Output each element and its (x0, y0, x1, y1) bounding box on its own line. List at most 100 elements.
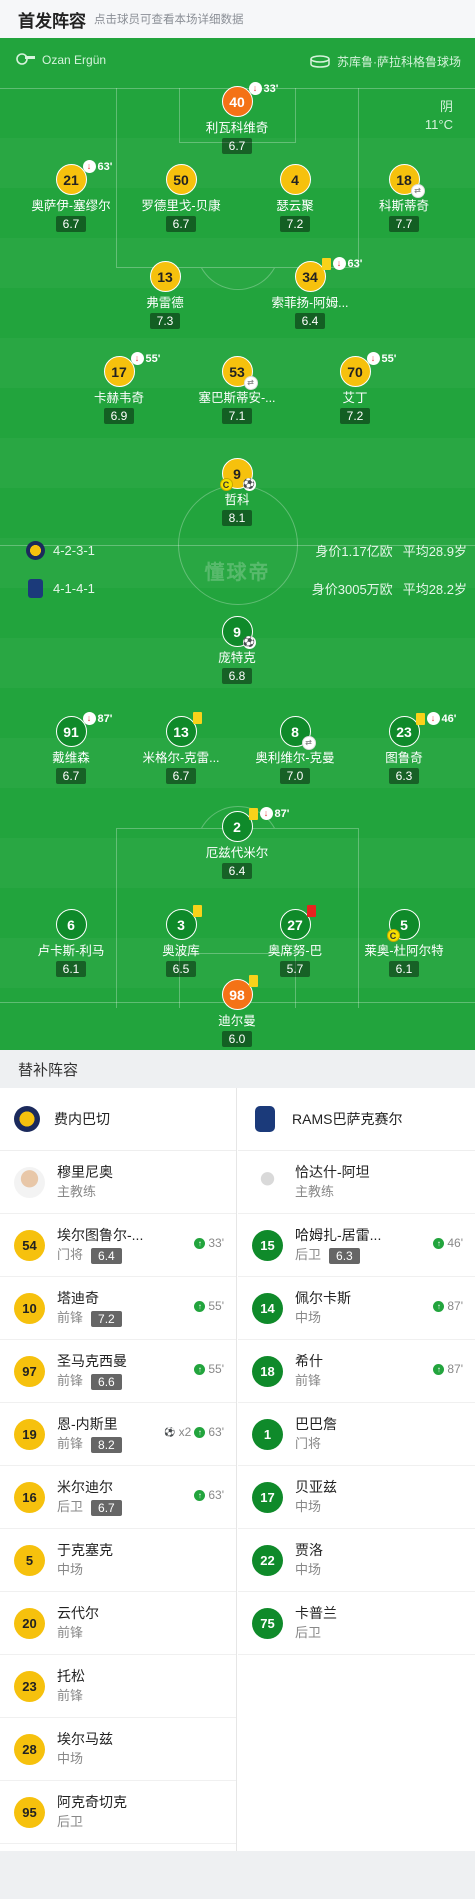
player-position: 中场 (57, 1751, 84, 1766)
player-position: 前锋 (57, 1688, 84, 1703)
home-player-centre-back-1[interactable]: 50 罗德里戈-贝康 6.7 (116, 164, 246, 233)
shirt-number: 15 (252, 1229, 283, 1261)
home-player-midfielder-2[interactable]: 34 ↓ 63' 索菲扬-阿姆... 6.4 (245, 257, 375, 330)
shirt-number: 19 (14, 1418, 45, 1450)
sub-out-icon: ↓ (366, 352, 380, 365)
sub-in-icon: ↑ (194, 1489, 206, 1501)
home-player-right-back[interactable]: 18 ⇄ 科斯蒂奇 7.7 (339, 164, 469, 233)
away-player-goalkeeper[interactable]: 98 迪尔曼 6.0 (172, 975, 302, 1048)
player-position: 中场 (295, 1499, 322, 1514)
home-team-header[interactable]: 费内巴切 (0, 1088, 236, 1151)
sub-out-icon: ↓ (82, 712, 96, 725)
home-player-goalkeeper[interactable]: 40 ↓ 33' 利瓦科维奇 6.7 (172, 82, 302, 155)
player-name: 埃尔图鲁尔-... (57, 1227, 144, 1243)
coach-avatar (14, 1166, 45, 1198)
swap-icon: ⇄ (301, 736, 316, 750)
home-coach-row[interactable]: 穆里尼奥 主教练 (0, 1151, 236, 1214)
basaksehir-logo-icon (28, 578, 43, 598)
yellow-card-icon (248, 975, 258, 987)
sub-player-row[interactable]: 17 贝亚兹 中场 (238, 1466, 475, 1529)
referee-name: Ozan Ergün (42, 53, 107, 67)
sub-in-icon: ↑ (194, 1300, 206, 1312)
away-subs-column: RAMS巴萨克赛尔 恰达什-阿坦 主教练 15 哈姆扎-居雷... 后卫 6.3 ↑ 46'… (238, 1088, 475, 1655)
home-subs-column: 费内巴切 穆里尼奥 主教练 54 埃尔图鲁尔-... 门将 6.4 ↑ 33' 10 塔迪奇 前锋… (0, 1088, 237, 1851)
player-position: 中场 (57, 1562, 84, 1577)
sub-in-time: ↑ 63' (194, 1488, 224, 1502)
away-team-header[interactable]: RAMS巴萨克赛尔 (238, 1088, 475, 1151)
sub-in-time: ⚽ x2 ↑ 63' (163, 1425, 224, 1439)
away-player-right-mid[interactable]: 23 ↓ 46' 图鲁奇 6.3 (339, 712, 469, 785)
sub-player-row[interactable]: 14 佩尔卡斯 中场 ↑ 87' (238, 1277, 475, 1340)
sub-player-row[interactable]: 54 埃尔图鲁尔-... 门将 6.4 ↑ 33' (0, 1214, 236, 1277)
player-position: 门将 (295, 1436, 322, 1451)
goal-icon: ⚽ (242, 478, 256, 491)
away-player-striker[interactable]: 9 ⚽ 庞特克 6.8 (172, 616, 302, 685)
shirt-number: 17 (252, 1481, 283, 1513)
player-name: 于克塞克 (57, 1542, 113, 1558)
swap-icon: ⇄ (410, 184, 425, 198)
lineup-header: 首发阵容 点击球员可查看本场详细数据 (0, 0, 475, 38)
player-position: 后卫 (295, 1625, 322, 1640)
player-name: 托松 (57, 1668, 85, 1684)
home-player-midfielder-1[interactable]: 13 弗雷德 7.3 (100, 261, 230, 330)
fenerbahce-logo-icon (26, 540, 45, 560)
home-player-attacking-mid-centre[interactable]: 53 ⇄ 塞巴斯蒂安-... 7.1 (172, 356, 302, 425)
sub-player-row[interactable]: 19 恩-内斯里 前锋 8.2 ⚽ x2 ↑ 63' (0, 1403, 236, 1466)
home-value: 身价1.17亿欧 (315, 543, 393, 559)
player-name: 贾洛 (295, 1542, 323, 1558)
sub-player-row[interactable]: 1 巴巴詹 门将 (238, 1403, 475, 1466)
player-name: 希什 (295, 1353, 323, 1369)
player-name: 圣马克西曼 (57, 1353, 127, 1369)
player-position: 后卫 (57, 1814, 84, 1829)
stadium-name: 苏库鲁·萨拉科格鲁球场 (337, 55, 461, 69)
sub-player-row[interactable]: 10 塔迪奇 前锋 7.2 ↑ 55' (0, 1277, 236, 1340)
sub-player-row[interactable]: 18 希什 前锋 ↑ 87' (238, 1340, 475, 1403)
home-player-striker[interactable]: 9 C ⚽ 哲科 8.1 (172, 458, 302, 527)
player-name: 埃尔马兹 (57, 1731, 113, 1747)
yellow-card-icon (321, 257, 331, 270)
player-name: 塔迪奇 (57, 1290, 99, 1306)
sub-player-row[interactable]: 97 圣马克西曼 前锋 6.6 ↑ 55' (0, 1340, 236, 1403)
shirt-number: 5 (14, 1544, 45, 1576)
sub-player-row[interactable]: 15 哈姆扎-居雷... 后卫 6.3 ↑ 46' (238, 1214, 475, 1277)
sub-player-row[interactable]: 95 阿克奇切克 后卫 (0, 1781, 236, 1844)
home-formation: 4-2-3-1 (53, 542, 95, 558)
player-name: 云代尔 (57, 1605, 99, 1621)
player-rating: 8.2 (91, 1436, 122, 1453)
sub-player-row[interactable]: 20 云代尔 前锋 (0, 1592, 236, 1655)
sub-in-time: ↑ 33' (194, 1236, 224, 1250)
shirt-number: 22 (252, 1544, 283, 1576)
away-coach-row[interactable]: 恰达什-阿坦 主教练 (238, 1151, 475, 1214)
sub-player-row[interactable]: 75 卡普兰 后卫 (238, 1592, 475, 1655)
shirt-number: 1 (252, 1418, 283, 1450)
sub-player-row[interactable]: 16 米尔迪尔 后卫 6.7 ↑ 63' (0, 1466, 236, 1529)
away-age: 平均28.2岁 (402, 581, 467, 597)
sub-in-time: ↑ 46' (433, 1236, 463, 1250)
player-name: 恩-内斯里 (57, 1416, 118, 1432)
away-player-centre-back-1[interactable]: 3 奥波库 6.5 (116, 905, 246, 978)
captain-icon: C (219, 478, 233, 491)
yellow-card-icon (415, 712, 425, 725)
home-player-attacking-mid-right[interactable]: 70 ↓ 55' 艾丁 7.2 (290, 352, 420, 425)
away-player-centre-mid-1[interactable]: 13 米格尔-克雷... 6.7 (116, 712, 246, 785)
goal-icon: ⚽ (163, 1426, 176, 1438)
away-player-right-back[interactable]: 5C 莱奥-杜阿尔特 6.1 (339, 909, 469, 978)
away-team-summary: 4-1-4-1 身价3005万欧 平均28.2岁 (26, 577, 467, 599)
sub-player-row[interactable]: 5 于克塞克中场 (0, 1529, 236, 1592)
away-formation: 4-1-4-1 (53, 580, 95, 596)
shirt-number: 16 (14, 1481, 45, 1513)
away-player-defensive-mid[interactable]: 2 ↓ 87' 厄兹代米尔 6.4 (172, 807, 302, 880)
red-card-icon (306, 905, 316, 917)
shirt-number: 97 (14, 1355, 45, 1387)
sub-player-row[interactable]: 22 贾洛 中场 (238, 1529, 475, 1592)
player-rating: 6.3 (329, 1247, 360, 1264)
sub-player-row[interactable]: 28 埃尔马兹 中场 (0, 1718, 236, 1781)
sub-player-row[interactable]: 23 托松 前锋 (0, 1655, 236, 1718)
sub-in-icon: ↑ (194, 1426, 206, 1438)
home-team-summary: 4-2-3-1 身价1.17亿欧 平均28.9岁 (26, 539, 467, 561)
temperature: 11°C (424, 117, 453, 132)
home-player-attacking-mid-left[interactable]: 17 ↓ 55' 卡赫韦奇 6.9 (54, 352, 184, 425)
player-position: 后卫 (295, 1247, 322, 1262)
player-position: 后卫 (57, 1499, 84, 1514)
shirt-number: 95 (14, 1796, 45, 1828)
